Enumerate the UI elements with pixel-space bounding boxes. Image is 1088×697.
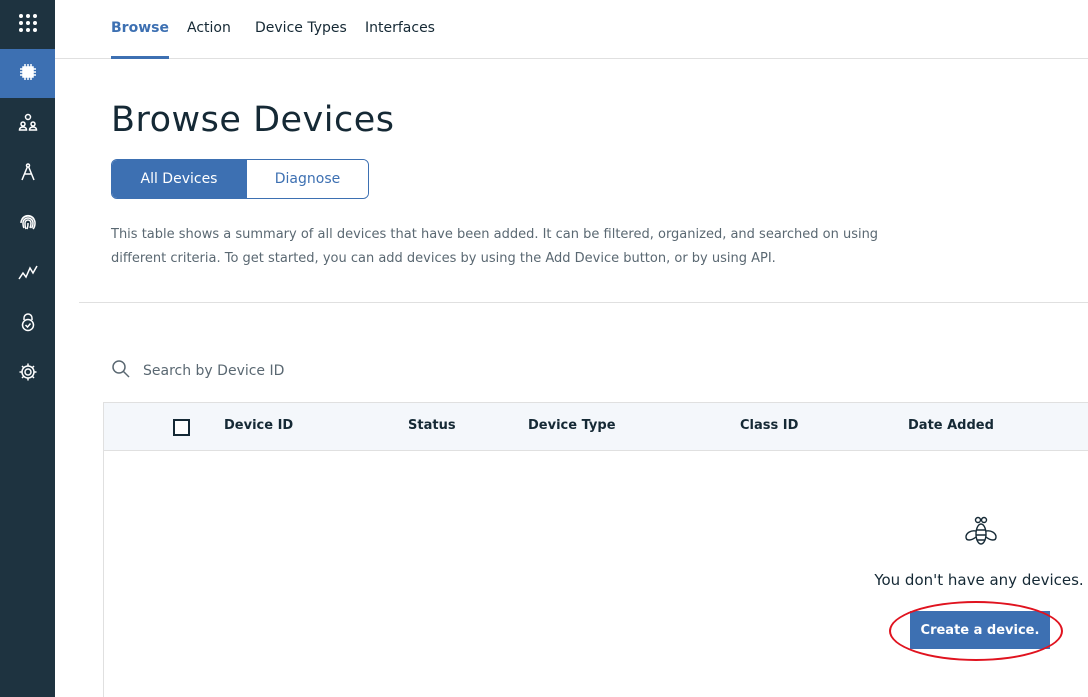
sidebar-item-apps[interactable] xyxy=(0,149,55,198)
sidebar-item-identity[interactable] xyxy=(0,199,55,248)
search-input[interactable] xyxy=(143,363,543,379)
members-icon xyxy=(18,112,38,136)
security-lock-icon xyxy=(18,312,38,336)
compass-icon xyxy=(18,162,38,186)
column-header-class-id[interactable]: Class ID xyxy=(740,403,798,449)
segment-diagnose[interactable]: Diagnose xyxy=(246,160,368,198)
bee-icon xyxy=(964,516,998,550)
sidebar-item-security[interactable] xyxy=(0,299,55,348)
chip-icon xyxy=(18,62,38,86)
view-segmented-control: All Devices Diagnose xyxy=(111,159,369,199)
app-grid-icon xyxy=(18,13,38,37)
sidebar-item-devices[interactable] xyxy=(0,49,55,98)
empty-state-message: You don't have any devices. xyxy=(874,571,1084,589)
sidebar-item-settings[interactable] xyxy=(0,349,55,398)
sidebar xyxy=(0,0,55,697)
column-header-status[interactable]: Status xyxy=(408,403,456,449)
column-header-device-type[interactable]: Device Type xyxy=(528,403,616,449)
sidebar-item-members[interactable] xyxy=(0,99,55,148)
tab-device-types[interactable]: Device Types xyxy=(255,0,347,59)
page-description: This table shows a summary of all device… xyxy=(111,227,879,266)
tab-action[interactable]: Action xyxy=(187,0,231,59)
search-icon xyxy=(111,359,131,383)
column-header-device-id[interactable]: Device ID xyxy=(224,403,293,449)
fingerprint-icon xyxy=(18,212,38,236)
column-header-date-added[interactable]: Date Added xyxy=(908,403,994,449)
segment-all-devices[interactable]: All Devices xyxy=(112,160,246,198)
device-search-bar xyxy=(111,357,611,385)
section-divider xyxy=(79,302,1088,303)
page-title: Browse Devices xyxy=(111,100,395,140)
tab-browse[interactable]: Browse xyxy=(111,0,169,59)
sidebar-item-usage[interactable] xyxy=(0,249,55,298)
create-device-button[interactable]: Create a device. xyxy=(910,611,1050,649)
devices-table: Device ID Status Device Type Class ID Da… xyxy=(103,402,1088,697)
usage-chart-icon xyxy=(17,262,38,286)
top-tab-bar: Browse Action Device Types Interfaces xyxy=(55,0,1088,59)
select-all-checkbox[interactable] xyxy=(173,419,190,436)
sidebar-item-app-switcher[interactable] xyxy=(0,0,55,49)
gear-icon xyxy=(18,362,38,386)
table-header-row: Device ID Status Device Type Class ID Da… xyxy=(104,403,1088,451)
tab-interfaces[interactable]: Interfaces xyxy=(365,0,435,59)
